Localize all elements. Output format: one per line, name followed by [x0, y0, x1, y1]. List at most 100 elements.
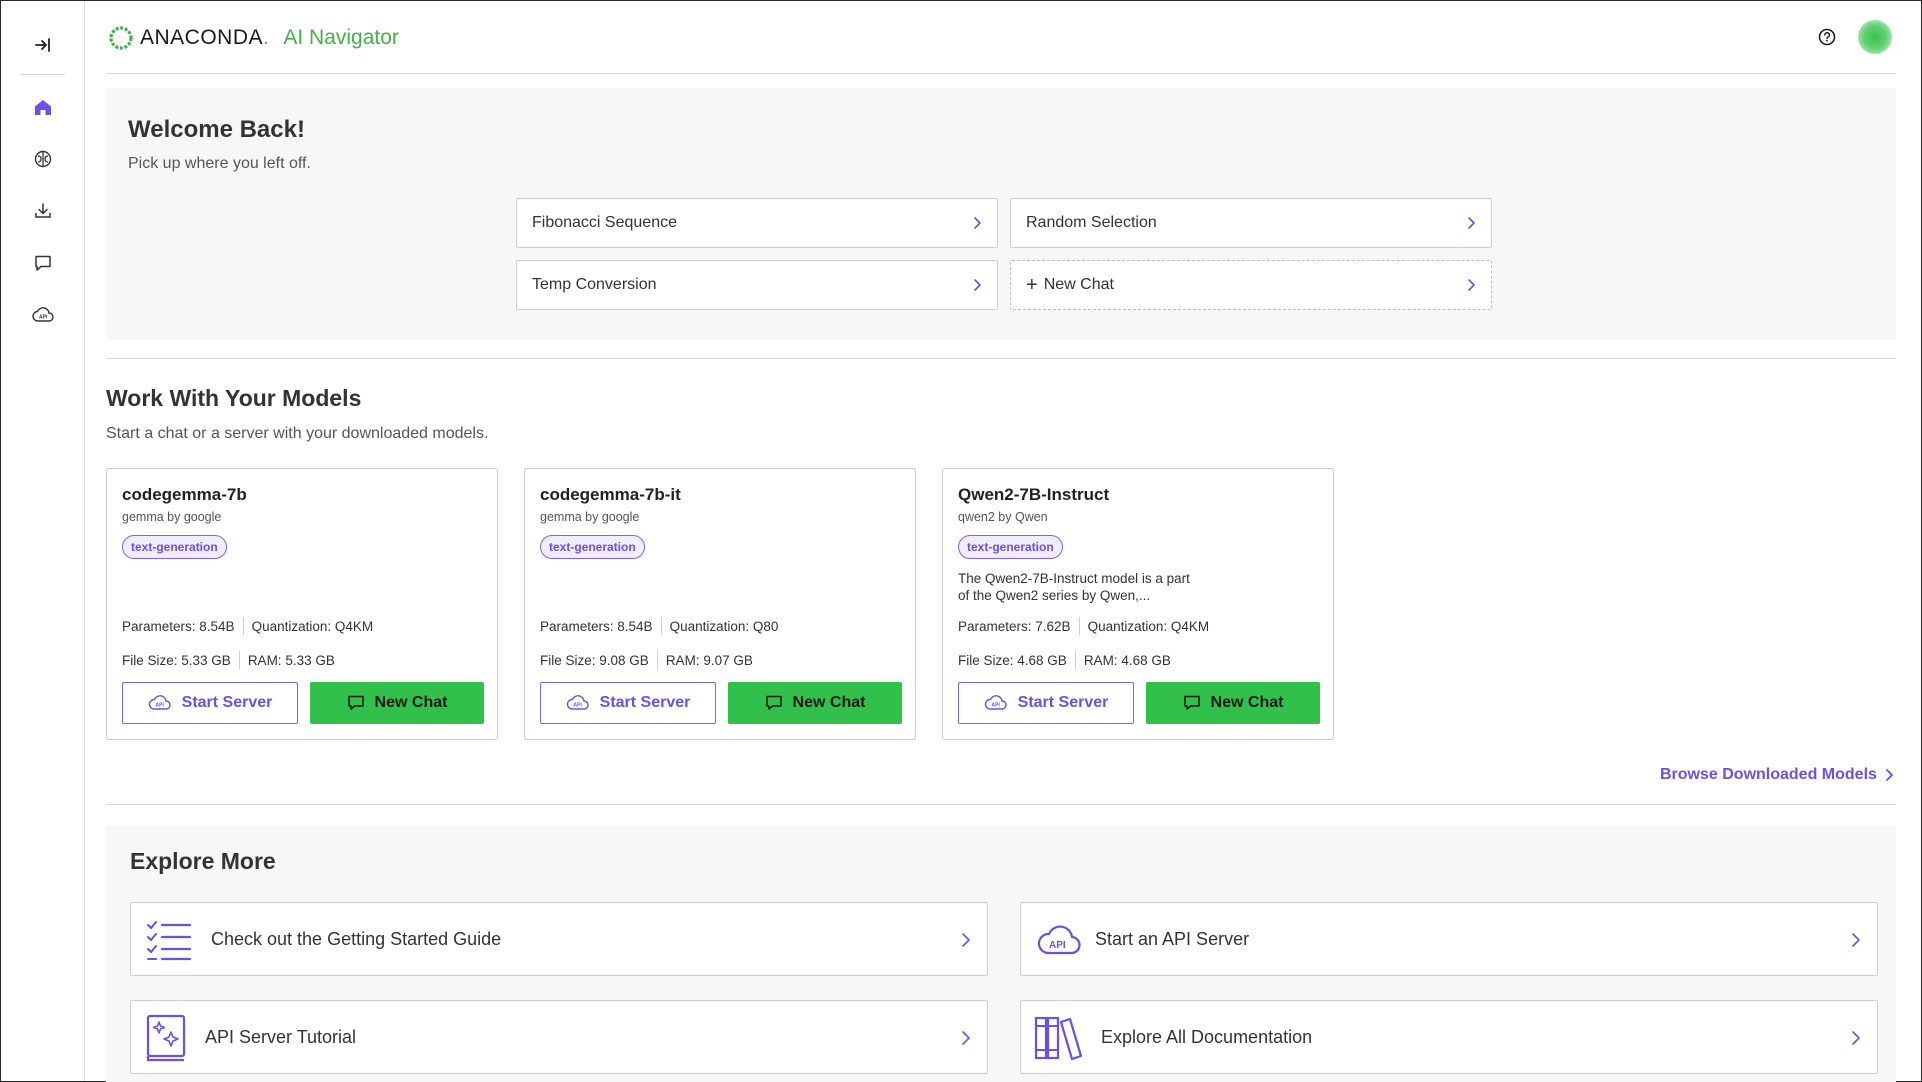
model-ram: RAM: 5.33 GB — [247, 652, 335, 668]
model-parameters: Parameters: 8.54B — [122, 618, 235, 634]
section-divider — [106, 804, 1896, 805]
models-section-title: Work With Your Models — [106, 385, 362, 411]
chevron-right-icon — [1852, 933, 1860, 947]
sidebar-item-home[interactable] — [29, 93, 57, 121]
sidebar-item-api-server[interactable]: API — [29, 301, 57, 329]
model-org: qwen2 by Qwen — [958, 510, 1048, 524]
model-card: Qwen2-7B-Instruct qwen2 by Qwen text-gen… — [942, 468, 1334, 740]
book-sparkle-icon — [146, 1014, 186, 1062]
explore-label: Check out the Getting Started Guide — [211, 929, 502, 949]
brand-dot: . — [263, 26, 270, 49]
explore-label: API Server Tutorial — [205, 1027, 357, 1047]
start-server-label: Start Server — [181, 694, 273, 711]
welcome-title: Welcome Back! — [128, 116, 305, 143]
header-divider — [106, 73, 1896, 74]
api-cloud-icon: API — [984, 695, 1007, 710]
help-circle-icon — [1818, 28, 1836, 46]
new-chat-button[interactable]: New Chat — [728, 682, 902, 724]
sidebar-divider — [21, 74, 65, 75]
model-name: Qwen2-7B-Instruct — [958, 485, 1110, 504]
explore-start-api-server[interactable]: API Start an API Server — [1020, 902, 1878, 976]
model-quantization: Quantization: Q4KM — [1087, 618, 1210, 634]
api-cloud-icon: API — [148, 695, 171, 710]
product-name: AI Navigator — [283, 26, 399, 49]
model-file-size: File Size: 9.08 GB — [540, 652, 649, 668]
model-org: gemma by google — [540, 510, 640, 524]
recent-chat-random-selection[interactable]: Random Selection — [1010, 198, 1492, 248]
start-server-button[interactable]: API Start Server — [958, 682, 1134, 724]
browse-downloaded-models-link[interactable]: Browse Downloaded Models — [1660, 766, 1897, 784]
start-server-label: Start Server — [599, 694, 691, 711]
model-specs-row: Parameters: 8.54B Quantization: Q4KM — [122, 617, 373, 635]
new-chat-label: New Chat — [1210, 694, 1284, 711]
anaconda-logo[interactable]: ANACONDA. AI Navigator — [108, 23, 399, 53]
brand-name: ANACONDA — [140, 26, 264, 49]
recent-chat-label: Temp Conversion — [532, 276, 657, 293]
checklist-icon — [147, 921, 192, 961]
plus-icon: + — [1026, 274, 1038, 296]
svg-text:API: API — [1049, 940, 1066, 951]
collapse-sidebar-button[interactable] — [31, 33, 55, 57]
model-size-row: File Size: 9.08 GB RAM: 9.07 GB — [540, 651, 753, 669]
model-specs-row: Parameters: 7.62B Quantization: Q4KM — [958, 617, 1209, 635]
chevron-right-icon — [1886, 769, 1893, 781]
svg-text:API: API — [39, 315, 48, 321]
start-server-button[interactable]: API Start Server — [540, 682, 716, 724]
chevron-right-icon — [974, 279, 981, 291]
models-section-subtitle: Start a chat or a server with your downl… — [106, 425, 489, 442]
chevron-right-icon — [1468, 279, 1475, 291]
svg-text:API: API — [991, 703, 1000, 709]
recent-chat-label: Fibonacci Sequence — [532, 214, 677, 231]
sidebar: API — [1, 1, 85, 1081]
model-specs-row: Parameters: 8.54B Quantization: Q80 — [540, 617, 778, 635]
chevron-right-icon — [1852, 1031, 1860, 1045]
explore-getting-started[interactable]: Check out the Getting Started Guide — [130, 902, 988, 976]
recent-chat-temp-conversion[interactable]: Temp Conversion — [516, 260, 998, 310]
download-icon — [35, 203, 51, 218]
api-cloud-icon: API — [32, 307, 54, 322]
model-name: codegemma-7b-it — [540, 485, 681, 504]
recent-chat-label: Random Selection — [1026, 214, 1157, 231]
anaconda-ring-icon — [109, 26, 133, 50]
svg-text:API: API — [155, 703, 164, 709]
chat-icon — [347, 695, 364, 710]
explore-all-documentation[interactable]: Explore All Documentation — [1020, 1000, 1878, 1074]
chevron-right-icon — [962, 933, 970, 947]
chevron-right-icon — [1468, 217, 1475, 229]
new-chat-button[interactable]: New Chat — [310, 682, 484, 724]
model-quantization: Quantization: Q4KM — [251, 618, 374, 634]
chevron-right-icon — [962, 1031, 970, 1045]
explore-label: Start an API Server — [1095, 929, 1250, 949]
model-name: codegemma-7b — [122, 485, 247, 504]
start-server-button[interactable]: API Start Server — [122, 682, 298, 724]
svg-text:API: API — [573, 703, 582, 709]
chat-icon — [1183, 695, 1200, 710]
explore-panel: Explore More Check out the Getting Start… — [106, 826, 1896, 1082]
model-card: codegemma-7b-it gemma by google text-gen… — [524, 468, 916, 740]
explore-api-server-tutorial[interactable]: API Server Tutorial — [130, 1000, 988, 1074]
new-chat-label: New Chat — [1043, 276, 1114, 293]
api-cloud-icon: API — [1037, 925, 1081, 955]
new-chat-button[interactable]: New Chat — [1146, 682, 1320, 724]
api-cloud-icon: API — [566, 695, 589, 710]
explore-label: Explore All Documentation — [1101, 1027, 1313, 1047]
model-size-row: File Size: 4.68 GB RAM: 4.68 GB — [958, 651, 1171, 669]
model-parameters: Parameters: 7.62B — [958, 618, 1071, 634]
model-tag: text-generation — [540, 535, 645, 559]
model-card: codegemma-7b gemma by google text-genera… — [106, 468, 498, 740]
sidebar-item-models[interactable] — [29, 145, 57, 173]
sidebar-item-chat[interactable] — [29, 249, 57, 277]
welcome-subtitle: Pick up where you left off. — [128, 155, 311, 172]
recent-chat-fibonacci[interactable]: Fibonacci Sequence — [516, 198, 998, 248]
model-file-size: File Size: 5.33 GB — [122, 652, 231, 668]
model-org: gemma by google — [122, 510, 222, 524]
user-avatar[interactable] — [1858, 20, 1892, 54]
model-description: The Qwen2-7B-Instruct model is a part of… — [958, 571, 1190, 603]
header: ANACONDA. AI Navigator — [86, 1, 1920, 73]
brain-icon — [34, 150, 52, 168]
sidebar-item-downloads[interactable] — [29, 197, 57, 225]
help-button[interactable] — [1816, 26, 1838, 48]
model-ram: RAM: 4.68 GB — [1083, 652, 1171, 668]
new-chat-card[interactable]: + New Chat — [1010, 260, 1492, 310]
model-quantization: Quantization: Q80 — [669, 618, 779, 634]
